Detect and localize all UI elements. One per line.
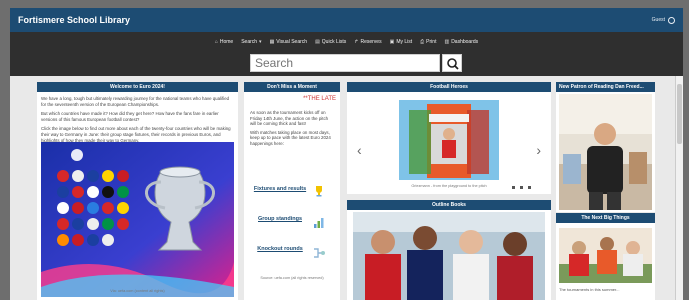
book-cover-image[interactable] (399, 100, 499, 180)
panel-caption: The tournaments in this summer... (559, 287, 620, 292)
panel-title: The Next Big Things (556, 213, 655, 223)
guest-label: Guest (651, 17, 665, 23)
heroes-carousel: ‹ › Griezmann - from the playground to t… (347, 92, 551, 194)
knockout-rounds-link[interactable]: Knockout rounds (250, 246, 310, 253)
home-icon: ⌂ (214, 39, 218, 45)
bar-chart-icon (314, 218, 324, 228)
euro-2024-panel: Welcome to Euro 2024! We have a long, to… (37, 82, 238, 300)
panel-text: But which countries have made it? How di… (41, 111, 219, 122)
nav-label: Reserves (360, 39, 382, 45)
next-big-things-panel: The Next Big Things The tournaments in t… (556, 213, 655, 300)
nav-reserves[interactable]: ↱ Reserves (354, 39, 381, 45)
panel-title: Football Heroes (347, 82, 551, 92)
search-bar (10, 52, 683, 76)
nav-print[interactable]: ⎙ Print (420, 39, 436, 45)
main-nav: ⌂ Home Search ▾ ▦ Visual Search ▤ Quick List… (10, 32, 683, 52)
nav-label: My List (396, 39, 413, 45)
nav-label: Search (241, 39, 258, 45)
search-button[interactable] (442, 54, 462, 72)
carousel-dots (512, 186, 531, 189)
search-icon (447, 58, 459, 70)
app-header: Fortismere School Library Guest (10, 8, 683, 32)
scrollbar-thumb[interactable] (677, 84, 682, 144)
panel-text: We have a long, tough but ultimately rew… (41, 96, 230, 107)
group-standings-link[interactable]: Group standings (250, 216, 310, 223)
search-input[interactable] (250, 54, 440, 72)
guest-menu[interactable]: Guest (651, 16, 675, 24)
carousel-dot[interactable] (520, 186, 523, 189)
next-big-things-photo[interactable] (559, 228, 652, 283)
euro-2024-flags-image[interactable] (41, 142, 234, 297)
carousel-dot[interactable] (512, 186, 515, 189)
nav-label: Home (219, 39, 234, 45)
print-icon: ⎙ (420, 39, 425, 45)
panel-title: Welcome to Euro 2024! (37, 82, 238, 92)
players-photo[interactable] (353, 212, 545, 300)
new-patron-panel: New Patron of Reading Dan Freed... (556, 82, 655, 212)
nav-dashboards[interactable]: ▥ Dashboards (444, 39, 478, 45)
nav-label: Print (426, 39, 437, 45)
trophy-icon (316, 186, 322, 197)
nav-search[interactable]: Search ▾ (241, 39, 261, 45)
nav-visual-search[interactable]: ▦ Visual Search (270, 39, 308, 45)
nav-my-list[interactable]: ▣ My List (390, 39, 413, 45)
patron-photo[interactable] (559, 94, 652, 210)
carousel-prev-icon[interactable]: ‹ (357, 142, 362, 158)
dashboard-icon: ▥ (444, 39, 450, 45)
panel-text: Click the image below to find out more a… (41, 126, 231, 143)
carousel-dot[interactable] (528, 186, 531, 189)
caret-down-icon: ▾ (259, 39, 262, 45)
my-list-icon: ▣ (389, 39, 395, 45)
fixtures-results-link[interactable]: Fixtures and results (250, 186, 310, 193)
nav-label: Visual Search (276, 39, 308, 45)
panel-text: As soon as the tournament kicks off on F… (250, 110, 329, 127)
nav-home[interactable]: ⌂ Home (215, 39, 233, 45)
panel-title: New Patron of Reading Dan Freed... (556, 82, 655, 92)
euro-caption: Via: uefa.com (content all rights) (110, 289, 165, 293)
outline-books-panel: Outline Books (347, 200, 551, 300)
panel-title: Don't Miss a Moment (244, 82, 340, 92)
nav-label: Dashboards (451, 39, 479, 45)
carousel-caption: Griezmann - from the playground to the p… (411, 184, 487, 188)
page-scrollbar[interactable] (675, 76, 683, 300)
site-title[interactable]: Fortismere School Library (18, 15, 130, 25)
nav-quick-lists[interactable]: ▤ Quick Lists (315, 39, 346, 45)
visual-search-icon: ▦ (269, 39, 275, 45)
nav-label: Quick Lists (321, 39, 347, 45)
dont-miss-moment-panel: Don't Miss a Moment **THE LATE As soon a… (244, 82, 340, 300)
bracket-icon (314, 248, 325, 258)
panel-title: Outline Books (347, 200, 551, 210)
list-icon: ▤ (315, 39, 320, 45)
power-icon (668, 16, 675, 24)
football-heroes-panel: Football Heroes ‹ › Griezmann - from the… (347, 82, 551, 194)
late-label: **THE LATE (303, 96, 336, 102)
panel-text: With matches taking place on most days, … (250, 129, 331, 146)
panel-caption: Source: uefa.com (all rights reserved) (260, 276, 324, 280)
reserves-icon: ↱ (354, 39, 359, 45)
carousel-next-icon[interactable]: › (536, 142, 541, 158)
